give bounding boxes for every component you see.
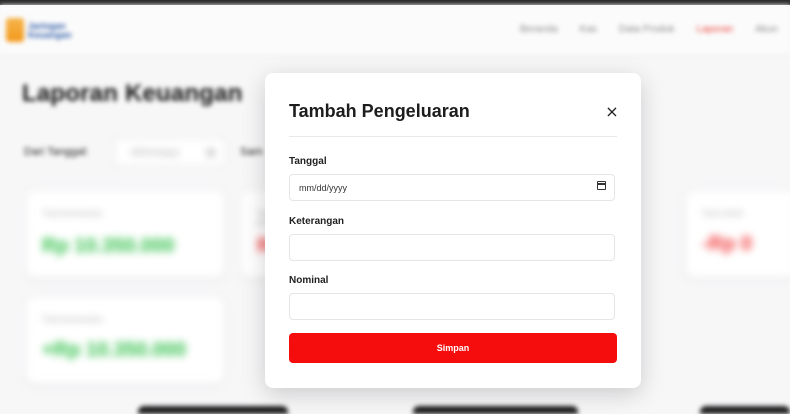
calendar-icon[interactable] [597, 181, 606, 190]
main-nav: Beranda Kas Data Produk Laporan Akun [520, 24, 778, 35]
nominal-label: Nominal [289, 275, 329, 286]
nav-item-akun[interactable]: Akun [755, 24, 778, 35]
keterangan-label: Keterangan [289, 216, 345, 227]
card-value: Rp 10.350.000 [42, 235, 175, 257]
filter-to-label: Sam [240, 146, 263, 158]
logo-text: Jaringan Keuangan [28, 21, 72, 40]
modal-divider [289, 136, 617, 137]
tanggal-placeholder: mm/dd/yyyy [299, 183, 348, 193]
calendar-icon: ▦ [206, 147, 215, 157]
card-value: +Rp 10.350.000 [42, 339, 186, 361]
add-expense-modal: Tambah Pengeluaran × Tanggal mm/dd/yyyy … [265, 73, 641, 388]
nav-item-data-produk[interactable]: Data Produk [619, 24, 675, 35]
filter-from-date-input[interactable]: dd/mm/yyyy ▦ [114, 138, 226, 166]
bottom-element-2 [413, 406, 578, 414]
summary-card-difference: Total selisih -Rp 0 [685, 190, 790, 278]
tanggal-date-input[interactable]: mm/dd/yyyy [289, 174, 615, 201]
page-title: Laporan Keuangan [22, 80, 243, 107]
nav-item-kas[interactable]: Kas [580, 24, 597, 35]
card-caption: Total pemasukan [42, 209, 103, 218]
nav-item-laporan[interactable]: Laporan [697, 24, 734, 35]
card-caption: Total selisih [702, 209, 744, 218]
save-button[interactable]: Simpan [289, 333, 617, 363]
filter-from-placeholder: dd/mm/yyyy [131, 147, 180, 157]
nav-item-beranda[interactable]: Beranda [520, 24, 558, 35]
card-caption: Total pemasukan [42, 315, 103, 324]
app-logo[interactable]: Jaringan Keuangan [6, 16, 98, 46]
app-header: Jaringan Keuangan Beranda Kas Data Produ… [0, 5, 790, 56]
bottom-element-1 [138, 406, 288, 414]
keterangan-input[interactable] [289, 234, 615, 261]
close-icon[interactable]: × [603, 103, 621, 121]
summary-card-net: Total pemasukan +Rp 10.350.000 [25, 296, 225, 384]
summary-card-income: Total pemasukan Rp 10.350.000 [25, 190, 225, 278]
nominal-input[interactable] [289, 293, 615, 320]
logo-mark-icon [6, 18, 24, 42]
card-value: -Rp 0 [702, 233, 752, 255]
bottom-element-3 [700, 406, 790, 414]
modal-title: Tambah Pengeluaran [289, 101, 470, 121]
tanggal-label: Tanggal [289, 156, 327, 167]
filter-from-label: Dari Tanggal: [24, 146, 89, 158]
